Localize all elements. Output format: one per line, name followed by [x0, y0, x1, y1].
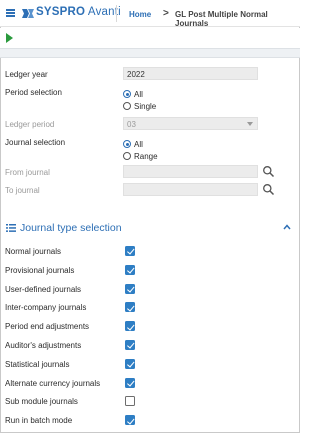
- journal-type-checkbox[interactable]: [125, 415, 135, 426]
- journal-selection-label: Journal selection: [5, 138, 66, 147]
- journal-type-label: Alternate currency journals: [5, 378, 101, 388]
- journal-type-label: Normal journals: [5, 247, 62, 256]
- period-all-radio[interactable]: All: [123, 89, 143, 99]
- to-journal-field[interactable]: [123, 183, 258, 196]
- journal-type-label: Statistical journals: [5, 359, 70, 369]
- radio-dot: [123, 90, 131, 98]
- page-title: GL Post Multiple Normal Journals: [175, 10, 268, 28]
- journal-type-checkbox[interactable]: [125, 283, 135, 294]
- journal-type-label: Inter-company journals: [5, 303, 87, 313]
- ledger-period-label: Ledger period: [5, 120, 55, 129]
- journal-type-checkbox[interactable]: [125, 377, 135, 388]
- play-icon[interactable]: [6, 33, 13, 43]
- hamburger-menu-icon[interactable]: [6, 9, 15, 17]
- journal-type-label: Sub module journals: [5, 397, 78, 407]
- period-single-radio[interactable]: Single: [123, 101, 156, 111]
- ledger-period-select[interactable]: 03: [123, 117, 258, 130]
- from-journal-field[interactable]: [123, 165, 258, 178]
- journal-type-checkbox[interactable]: [125, 321, 135, 332]
- journal-type-label: Provisional journals: [5, 265, 75, 275]
- radio-label: All: [134, 139, 143, 149]
- breadcrumb-home-link[interactable]: Home: [129, 10, 151, 19]
- ledger-year-label: Ledger year: [5, 70, 48, 79]
- chevron-down-icon: [247, 122, 253, 126]
- period-selection-label: Period selection: [5, 88, 62, 97]
- journal-type-checkbox[interactable]: [125, 302, 135, 313]
- journal-type-checkbox[interactable]: [125, 340, 135, 350]
- radio-dot: [123, 152, 131, 160]
- journal-type-label: Period end adjustments: [5, 322, 90, 332]
- journal-type-checkbox[interactable]: [125, 358, 135, 369]
- section-title: Journal type selection: [20, 222, 122, 234]
- journal-range-radio[interactable]: Range: [123, 151, 158, 161]
- search-icon[interactable]: [262, 183, 275, 196]
- brand-logo[interactable]: SYSPRO Avanti: [36, 6, 121, 18]
- syspro-logo-icon: [22, 9, 34, 18]
- ledger-period-value: 03: [127, 120, 136, 129]
- journal-type-section-header[interactable]: Journal type selection: [0, 219, 300, 237]
- app-header: SYSPRO Avanti Home > GL Post Multiple No…: [0, 0, 300, 28]
- toolbar: [0, 28, 300, 48]
- journal-type-checkbox[interactable]: [125, 264, 135, 275]
- radio-label: Range: [134, 151, 158, 161]
- journal-type-label: Auditor's adjustments: [5, 341, 82, 350]
- breadcrumb-separator: >: [163, 8, 169, 19]
- list-icon: [6, 224, 16, 232]
- brand-name: SYSPRO: [36, 6, 86, 18]
- radio-label: All: [134, 89, 143, 99]
- to-journal-label: To journal: [5, 186, 40, 195]
- journal-type-label: Run in batch mode: [5, 416, 73, 426]
- chevron-up-icon[interactable]: [283, 223, 291, 231]
- journal-all-radio[interactable]: All: [123, 139, 143, 149]
- radio-dot: [123, 140, 131, 148]
- from-journal-label: From journal: [5, 168, 50, 177]
- journal-type-checkbox[interactable]: [125, 396, 135, 407]
- search-icon[interactable]: [262, 165, 275, 178]
- radio-dot: [123, 102, 131, 110]
- header-divider: [116, 5, 117, 22]
- toolbar-divider-strip: [0, 48, 300, 58]
- journal-type-checkbox[interactable]: [125, 246, 135, 256]
- ledger-year-field[interactable]: 2022: [123, 67, 258, 80]
- journal-type-label: User-defined journals: [5, 284, 82, 294]
- radio-label: Single: [134, 101, 157, 111]
